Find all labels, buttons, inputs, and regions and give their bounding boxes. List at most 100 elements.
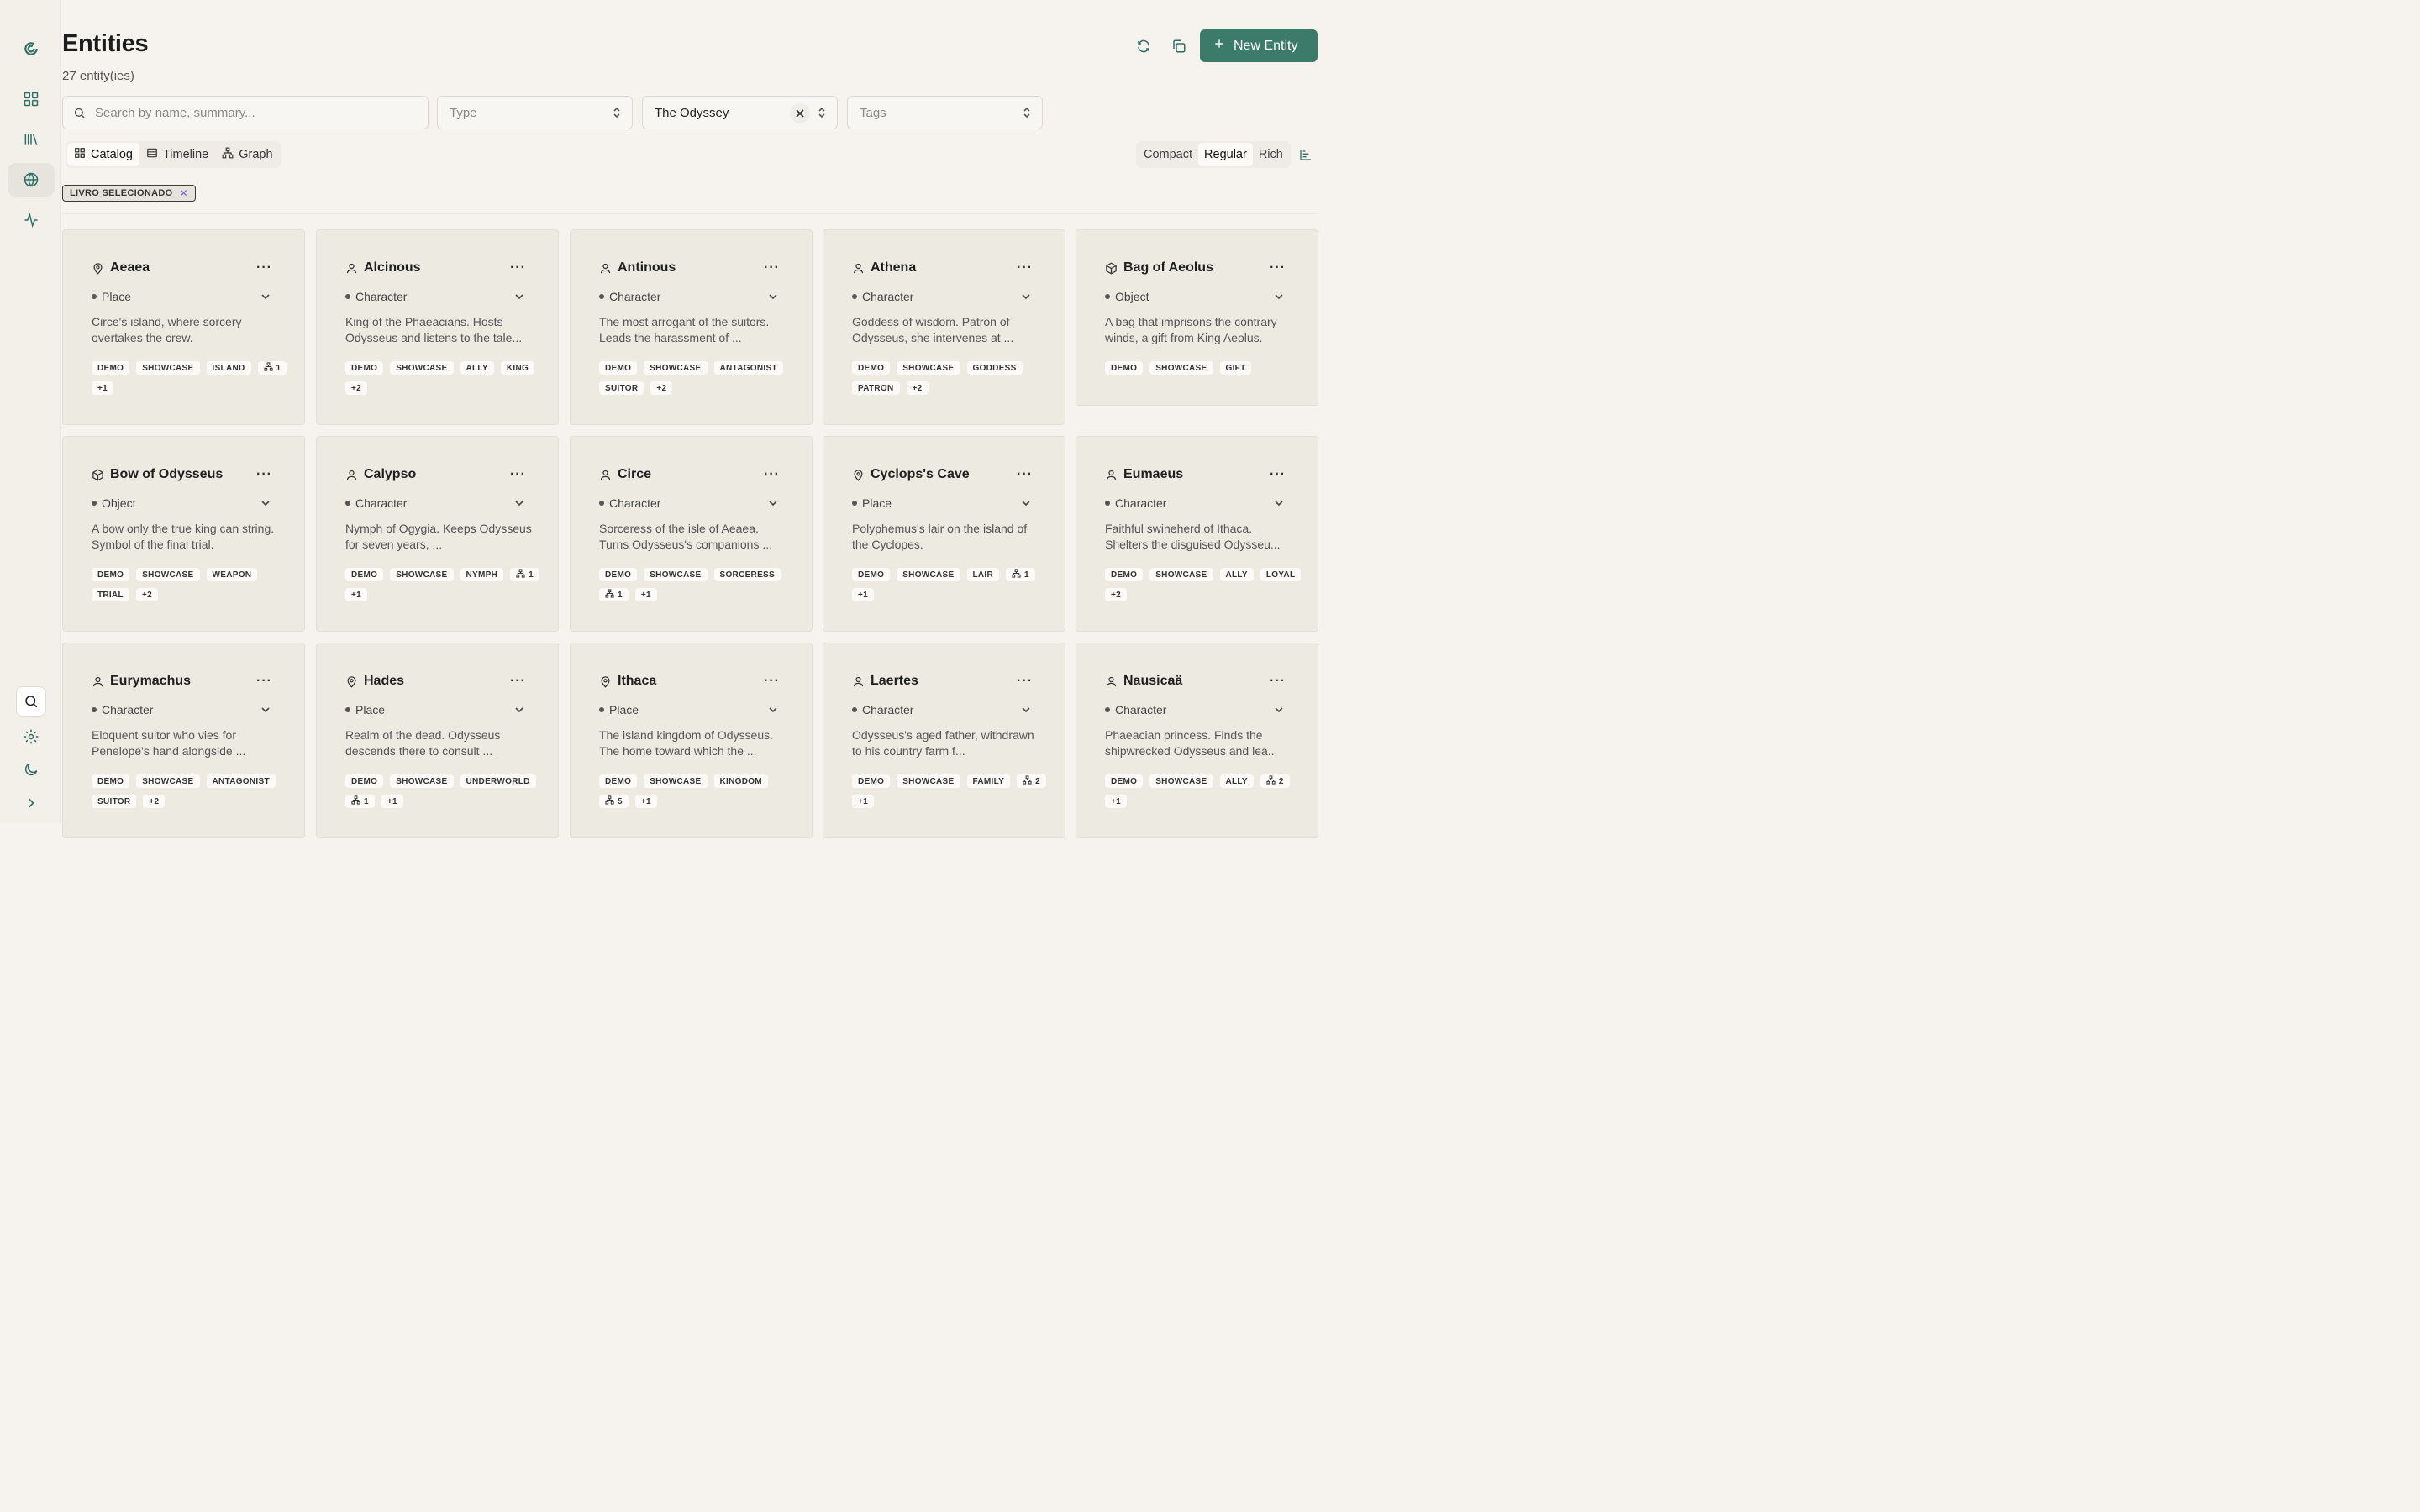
logo-icon[interactable] xyxy=(8,32,55,66)
more-options-icon[interactable]: ··· xyxy=(764,674,780,689)
entity-card[interactable]: Antinous ··· Character The most arrogant of… xyxy=(570,229,813,425)
tag-badge[interactable]: DEMO xyxy=(1105,568,1144,581)
tag-badge[interactable]: SHOWCASE xyxy=(644,568,708,581)
tag-badge[interactable]: SUITOR xyxy=(92,795,137,808)
entity-card[interactable]: Hades ··· Place Realm of the dead. Odysseus… xyxy=(316,643,559,838)
active-filter-chip[interactable]: LIVRO SELECIONADO ✕ xyxy=(62,185,196,202)
new-entity-button[interactable]: New Entity xyxy=(1200,29,1318,62)
globe-icon[interactable] xyxy=(8,163,55,197)
type-select[interactable]: Type xyxy=(437,96,633,129)
entity-type[interactable]: Character xyxy=(345,496,407,510)
density-rich[interactable]: Rich xyxy=(1253,143,1289,166)
tag-badge[interactable]: GODDESS xyxy=(966,361,1023,375)
chevron-down-icon[interactable] xyxy=(768,497,778,512)
tag-badge[interactable]: DEMO xyxy=(345,774,384,788)
chevron-down-icon[interactable] xyxy=(768,704,778,719)
tag-badge[interactable]: GIFT xyxy=(1219,361,1252,375)
bar-chart-icon[interactable] xyxy=(1299,148,1313,165)
relations-badge[interactable]: 2 xyxy=(1017,774,1046,788)
chevron-down-icon[interactable] xyxy=(514,704,524,719)
entity-card[interactable]: Calypso ··· Character Nymph of Ogygia. Keep… xyxy=(316,436,559,632)
settings-icon[interactable] xyxy=(8,720,55,753)
more-options-icon[interactable]: ··· xyxy=(256,467,272,482)
tag-badge[interactable]: DEMO xyxy=(852,361,891,375)
tab-timeline[interactable]: Timeline xyxy=(139,143,215,166)
entity-type[interactable]: Place xyxy=(852,496,892,510)
chevron-down-icon[interactable] xyxy=(1274,704,1284,719)
more-options-icon[interactable]: ··· xyxy=(764,467,780,482)
entity-type[interactable]: Object xyxy=(1105,290,1149,303)
chevron-down-icon[interactable] xyxy=(260,497,271,512)
chevron-down-icon[interactable] xyxy=(260,704,271,719)
entity-card[interactable]: Eurymachus ··· Character Eloquent suitor wh… xyxy=(62,643,305,838)
tag-badge[interactable]: DEMO xyxy=(345,361,384,375)
entity-type[interactable]: Character xyxy=(852,703,913,717)
entity-type[interactable]: Character xyxy=(345,290,407,303)
entity-card[interactable]: Athena ··· Character Goddess of wisdom. Pat… xyxy=(823,229,1065,425)
tag-badge[interactable]: SHOWCASE xyxy=(136,568,200,581)
tag-badge[interactable]: SORCERESS xyxy=(713,568,781,581)
activity-icon[interactable] xyxy=(8,203,55,237)
tag-badge[interactable]: ANTAGONIST xyxy=(713,361,783,375)
tag-badge[interactable]: KING xyxy=(500,361,535,375)
tab-catalog[interactable]: Catalog xyxy=(67,143,139,166)
tab-graph[interactable]: Graph xyxy=(215,143,279,166)
relations-badge[interactable]: 2 xyxy=(1260,774,1290,788)
more-tags-badge[interactable]: +2 xyxy=(345,381,368,395)
entity-card[interactable]: Bow of Odysseus ··· Object A bow only the t… xyxy=(62,436,305,632)
tag-badge[interactable]: SHOWCASE xyxy=(390,361,454,375)
entity-card[interactable]: Laertes ··· Character Odysseus's aged fathe… xyxy=(823,643,1065,838)
search-icon[interactable] xyxy=(16,686,46,717)
tags-select[interactable]: Tags xyxy=(847,96,1043,129)
more-options-icon[interactable]: ··· xyxy=(1270,674,1286,689)
tag-badge[interactable]: TRIAL xyxy=(92,588,129,601)
more-tags-badge[interactable]: +1 xyxy=(852,795,875,808)
moon-icon[interactable] xyxy=(8,753,55,786)
entity-card[interactable]: Aeaea ··· Place Circe's island, where sorce… xyxy=(62,229,305,425)
tag-badge[interactable]: DEMO xyxy=(599,774,638,788)
tag-badge[interactable]: DEMO xyxy=(92,361,130,375)
chevron-down-icon[interactable] xyxy=(768,291,778,306)
entity-type[interactable]: Character xyxy=(1105,703,1166,717)
entity-type[interactable]: Character xyxy=(92,703,153,717)
tag-badge[interactable]: SHOWCASE xyxy=(897,774,960,788)
tag-badge[interactable]: LAIR xyxy=(966,568,1000,581)
entity-card[interactable]: Ithaca ··· Place The island kingdom of Odys… xyxy=(570,643,813,838)
more-tags-badge[interactable]: +2 xyxy=(143,795,166,808)
chevron-down-icon[interactable] xyxy=(1021,704,1031,719)
relations-badge[interactable]: 1 xyxy=(599,588,629,601)
entity-type[interactable]: Character xyxy=(599,496,660,510)
copy-icon[interactable] xyxy=(1168,35,1190,57)
tag-badge[interactable]: SHOWCASE xyxy=(1150,361,1213,375)
more-options-icon[interactable]: ··· xyxy=(510,260,526,276)
more-options-icon[interactable]: ··· xyxy=(1270,260,1286,276)
more-options-icon[interactable]: ··· xyxy=(1270,467,1286,482)
chevron-down-icon[interactable] xyxy=(1274,291,1284,306)
tag-badge[interactable]: WEAPON xyxy=(206,568,258,581)
tag-badge[interactable]: SHOWCASE xyxy=(136,774,200,788)
more-options-icon[interactable]: ··· xyxy=(1017,467,1033,482)
entity-card[interactable]: Bag of Aeolus ··· Object A bag that impriso… xyxy=(1076,229,1318,406)
tag-badge[interactable]: SHOWCASE xyxy=(390,568,454,581)
chevron-down-icon[interactable] xyxy=(260,291,271,306)
more-tags-badge[interactable]: +1 xyxy=(1105,795,1128,808)
more-tags-badge[interactable]: +2 xyxy=(135,588,158,601)
entity-card[interactable]: Nausicaä ··· Character Phaeacian princess. … xyxy=(1076,643,1318,838)
more-tags-badge[interactable]: +1 xyxy=(381,795,403,808)
entity-type[interactable]: Place xyxy=(345,703,385,717)
more-options-icon[interactable]: ··· xyxy=(764,260,780,276)
tag-badge[interactable]: SHOWCASE xyxy=(1150,774,1213,788)
more-options-icon[interactable]: ··· xyxy=(256,260,272,276)
tag-badge[interactable]: UNDERWORLD xyxy=(460,774,536,788)
more-tags-badge[interactable]: +1 xyxy=(634,588,657,601)
entity-type[interactable]: Character xyxy=(852,290,913,303)
tag-badge[interactable]: SHOWCASE xyxy=(136,361,200,375)
chevron-down-icon[interactable] xyxy=(1274,497,1284,512)
relations-badge[interactable]: 5 xyxy=(599,795,629,808)
more-options-icon[interactable]: ··· xyxy=(510,467,526,482)
tag-badge[interactable]: DEMO xyxy=(92,568,130,581)
tag-badge[interactable]: ALLY xyxy=(1219,774,1254,788)
tag-badge[interactable]: ALLY xyxy=(1219,568,1254,581)
more-options-icon[interactable]: ··· xyxy=(510,674,526,689)
entity-card[interactable]: Circe ··· Character Sorceress of the isle o… xyxy=(570,436,813,632)
